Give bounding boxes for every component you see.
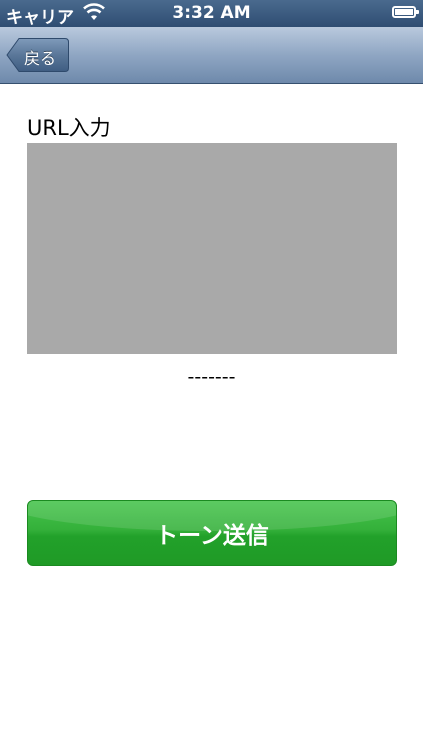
battery-icon (392, 6, 419, 18)
status-time: 3:32 AM (172, 3, 251, 23)
status-bar: キャリア 3:32 AM (0, 0, 423, 28)
result-text: ------- (187, 366, 236, 388)
back-button-label: 戻る (24, 49, 57, 68)
send-tone-button-label: トーン送信 (155, 523, 269, 549)
back-button[interactable]: 戻る (6, 37, 70, 73)
url-input-label: URL入力 (27, 116, 111, 140)
navigation-bar: 戻る (0, 27, 423, 84)
send-tone-button[interactable]: トーン送信 (27, 500, 397, 566)
url-content-area[interactable] (27, 143, 397, 354)
